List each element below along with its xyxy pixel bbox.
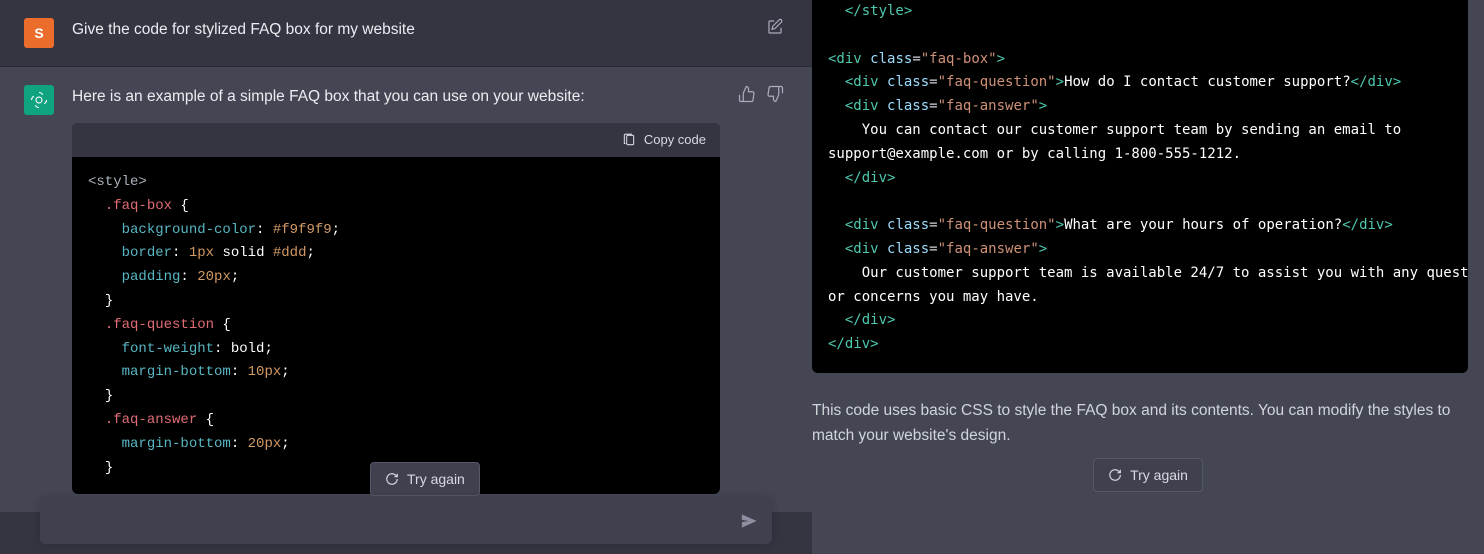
thumbs-up-icon[interactable] xyxy=(738,85,756,103)
refresh-icon xyxy=(1108,468,1122,482)
try-again-label: Try again xyxy=(1130,467,1188,483)
try-again-button[interactable]: Try again xyxy=(370,462,480,496)
code-content-left: <style> .faq-box { background-color: #f9… xyxy=(72,157,720,494)
assistant-avatar xyxy=(24,85,54,115)
try-again-button[interactable]: Try again xyxy=(1093,458,1203,492)
try-again-label: Try again xyxy=(407,471,465,487)
edit-icon[interactable] xyxy=(766,18,784,36)
thumbs-down-icon[interactable] xyxy=(766,85,784,103)
chat-input-bar[interactable] xyxy=(40,498,772,544)
user-avatar: S xyxy=(24,18,54,48)
assistant-outro: This code uses basic CSS to style the FA… xyxy=(812,387,1484,449)
chat-input[interactable] xyxy=(54,513,740,530)
refresh-icon xyxy=(385,472,399,486)
copy-code-button[interactable]: Copy code xyxy=(72,123,720,157)
user-prompt: Give the code for stylized FAQ box for m… xyxy=(72,18,748,42)
copy-code-label: Copy code xyxy=(644,130,706,150)
assistant-intro: Here is an example of a simple FAQ box t… xyxy=(72,85,720,109)
send-icon[interactable] xyxy=(740,512,758,530)
code-content-right: </style> <div class="faq-box"> <div clas… xyxy=(812,0,1468,373)
code-block: Copy code <style> .faq-box { background-… xyxy=(72,123,720,494)
clipboard-icon xyxy=(622,133,636,147)
